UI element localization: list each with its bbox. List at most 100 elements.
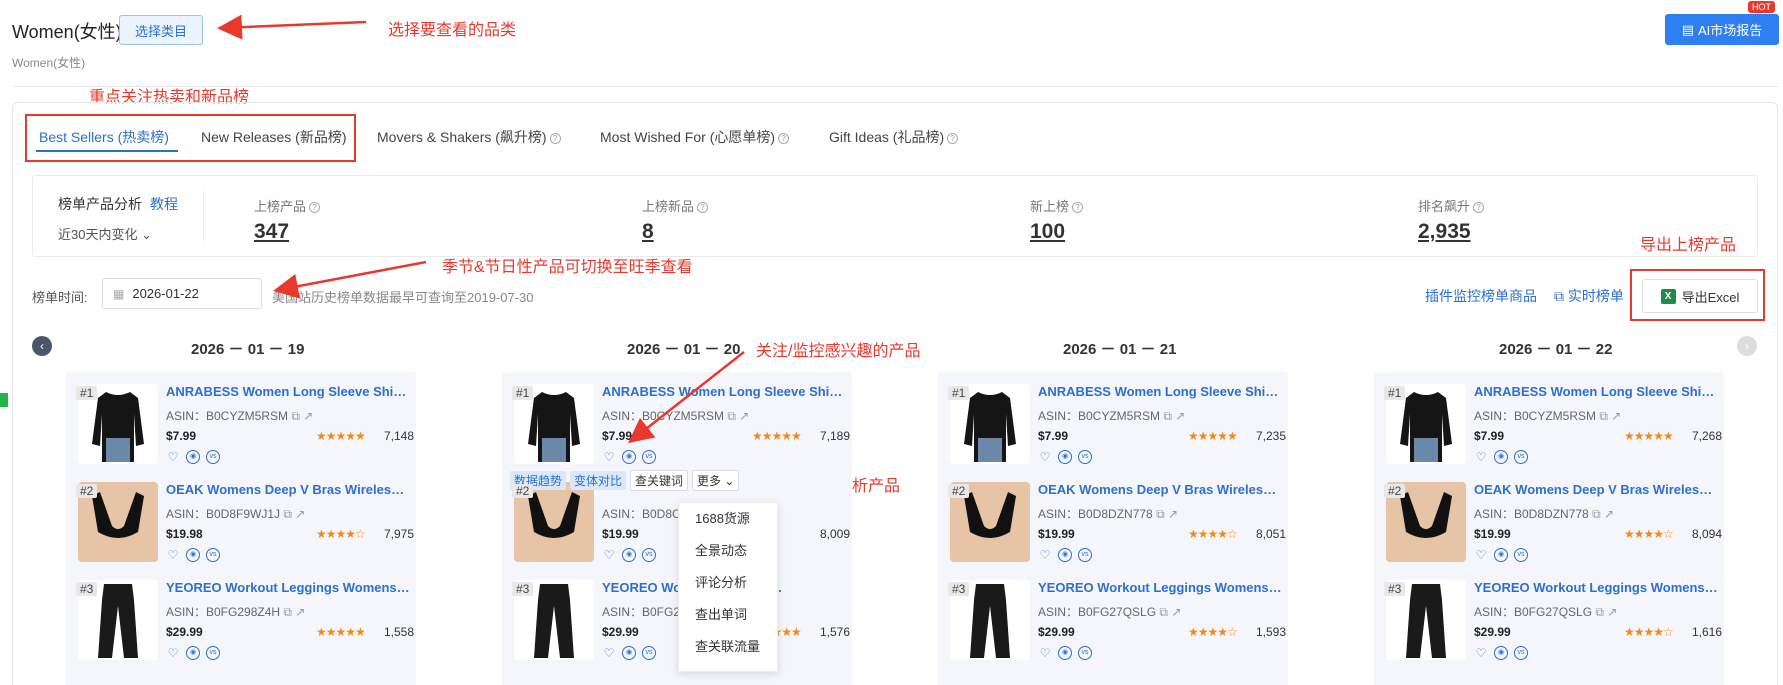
product-title-link[interactable]: ANRABESS Women Long Sleeve Shirts... [602, 384, 847, 399]
menu-item-related-traffic[interactable]: 查关联流量 [679, 631, 777, 663]
heart-icon[interactable]: ♡ [1038, 450, 1052, 464]
vs-icon[interactable]: vs [206, 646, 220, 660]
heart-icon[interactable]: ♡ [1038, 548, 1052, 562]
copy-icon[interactable]: ⧉ [1595, 605, 1604, 619]
vs-icon[interactable]: vs [1514, 548, 1528, 562]
heart-icon[interactable]: ♡ [1474, 548, 1488, 562]
menu-item-panorama[interactable]: 全景动态 [679, 535, 777, 567]
monitor-icon[interactable]: ◉ [1494, 646, 1508, 660]
heart-icon[interactable]: ♡ [166, 548, 180, 562]
chevron-left-icon: ‹ [40, 339, 44, 353]
ai-report-button[interactable]: ▤ AI市场报告 [1665, 14, 1779, 45]
copy-icon[interactable]: ⧉ [1156, 507, 1165, 521]
vs-icon[interactable]: vs [1514, 450, 1528, 464]
stat-value-rising[interactable]: 2,935 [1418, 220, 1471, 244]
heart-icon[interactable]: ♡ [166, 646, 180, 660]
vs-icon[interactable]: vs [642, 548, 656, 562]
menu-item-reviews[interactable]: 评论分析 [679, 567, 777, 599]
copy-icon[interactable]: ⧉ [727, 409, 736, 423]
product-title-link[interactable]: YEOREO Workout Leggings Womens N... [1474, 580, 1719, 595]
stat-value-new[interactable]: 8 [642, 220, 654, 244]
monitor-icon[interactable]: ◉ [1494, 450, 1508, 464]
vs-icon[interactable]: vs [1514, 646, 1528, 660]
keywords-button[interactable]: 查关键词 [630, 470, 689, 491]
help-icon: ? [1072, 202, 1084, 214]
external-link-icon[interactable]: ↗ [1611, 409, 1621, 423]
product-actions: ♡ ◉ vs [166, 450, 220, 464]
monitor-icon[interactable]: ◉ [622, 646, 636, 660]
period-select[interactable]: 近30天内变化 ⌄ [58, 224, 152, 243]
external-link-icon[interactable]: ↗ [739, 409, 749, 423]
product-title-link[interactable]: YEOREO Workout Leggings Womens N... [1038, 580, 1283, 595]
copy-icon[interactable]: ⧉ [1159, 605, 1168, 619]
heart-icon[interactable]: ♡ [1474, 646, 1488, 660]
product-title-link[interactable]: OEAK Womens Deep V Bras Wireless ... [1474, 482, 1719, 497]
vs-icon[interactable]: vs [1078, 450, 1092, 464]
next-date-button[interactable]: › [1737, 336, 1757, 356]
tab-movers-shakers[interactable]: Movers & Shakers (飙升榜)? [377, 127, 561, 147]
external-link-icon[interactable]: ↗ [1168, 507, 1178, 521]
external-link-icon[interactable]: ↗ [1604, 507, 1614, 521]
vs-icon[interactable]: vs [1078, 548, 1092, 562]
copy-icon[interactable]: ⧉ [283, 507, 292, 521]
heart-icon[interactable]: ♡ [1038, 646, 1052, 660]
vs-icon[interactable]: vs [206, 450, 220, 464]
monitor-icon[interactable]: ◉ [1058, 646, 1072, 660]
tutorial-link[interactable]: 教程 [150, 194, 178, 214]
copy-icon[interactable]: ⧉ [1592, 507, 1601, 521]
realtime-list-link[interactable]: ⧉ 实时榜单 [1554, 286, 1624, 306]
stat-value-listed[interactable]: 347 [254, 220, 289, 244]
monitor-icon[interactable]: ◉ [1058, 450, 1072, 464]
heart-icon[interactable]: ♡ [602, 450, 616, 464]
monitor-icon[interactable]: ◉ [622, 548, 636, 562]
external-link-icon[interactable]: ↗ [1607, 605, 1617, 619]
more-dropdown[interactable]: 更多 ⌄ [692, 470, 740, 491]
monitor-icon[interactable]: ◉ [1494, 548, 1508, 562]
prev-date-button[interactable]: ‹ [32, 336, 52, 356]
vs-icon[interactable]: vs [1078, 646, 1092, 660]
monitor-icon[interactable]: ◉ [622, 450, 636, 464]
external-link-icon[interactable]: ↗ [1175, 409, 1185, 423]
tab-label: Gift Ideas (礼品榜) [829, 129, 945, 145]
stat-value-newly-listed[interactable]: 100 [1030, 220, 1065, 244]
divider [12, 86, 1778, 87]
copy-icon[interactable]: ⧉ [283, 605, 292, 619]
stat-label: 上榜产品? [254, 196, 321, 215]
menu-item-order-words[interactable]: 查出单词 [679, 599, 777, 631]
product-title-link[interactable]: ANRABESS Women Long Sleeve Shirts... [1038, 384, 1283, 399]
copy-icon[interactable]: ⧉ [1599, 409, 1608, 423]
tab-gift-ideas[interactable]: Gift Ideas (礼品榜)? [829, 127, 959, 147]
external-link-icon[interactable]: ↗ [295, 605, 305, 619]
product-row: #2 OEAK Womens Deep V Bras Wireless ... AS… [938, 470, 1288, 562]
heart-icon[interactable]: ♡ [602, 646, 616, 660]
vs-icon[interactable]: vs [642, 450, 656, 464]
heart-icon[interactable]: ♡ [1474, 450, 1488, 464]
plugin-monitor-link[interactable]: 插件监控榜单商品 [1425, 286, 1537, 306]
monitor-icon[interactable]: ◉ [186, 646, 200, 660]
heart-icon[interactable]: ♡ [166, 450, 180, 464]
monitor-icon[interactable]: ◉ [186, 548, 200, 562]
menu-item-1688[interactable]: 1688货源 [679, 503, 777, 535]
tab-most-wished[interactable]: Most Wished For (心愿单榜)? [600, 127, 790, 147]
product-title-link[interactable]: ANRABESS Women Long Sleeve Shirts... [166, 384, 411, 399]
select-category-button[interactable]: 选择类目 [119, 15, 203, 45]
external-link-icon[interactable]: ↗ [1171, 605, 1181, 619]
external-link-icon[interactable]: ↗ [295, 507, 305, 521]
breadcrumb[interactable]: Women(女性) [12, 54, 85, 71]
monitor-icon[interactable]: ◉ [1058, 548, 1072, 562]
product-title-link[interactable]: OEAK Womens Deep V Bras Wireless ... [166, 482, 411, 497]
copy-icon[interactable]: ⧉ [1163, 409, 1172, 423]
side-tab[interactable] [0, 393, 8, 407]
product-title-link[interactable]: OEAK Womens Deep V Bras Wireless ... [1038, 482, 1283, 497]
product-row: #3YEOREO WoASIN：B0FG2 ⧉ ↗$29.99★★★★★1,57… [502, 568, 852, 660]
product-title-link[interactable]: ANRABESS Women Long Sleeve Shirts... [1474, 384, 1719, 399]
date-picker[interactable]: ▦ 2026-01-22 [102, 278, 262, 309]
monitor-icon[interactable]: ◉ [186, 450, 200, 464]
vs-icon[interactable]: vs [642, 646, 656, 660]
variant-compare-button[interactable]: 变体对比 [570, 471, 627, 490]
copy-icon[interactable]: ⧉ [291, 409, 300, 423]
external-link-icon[interactable]: ↗ [303, 409, 313, 423]
vs-icon[interactable]: vs [206, 548, 220, 562]
product-title-link[interactable]: YEOREO Workout Leggings Womens N... [166, 580, 411, 595]
heart-icon[interactable]: ♡ [602, 548, 616, 562]
